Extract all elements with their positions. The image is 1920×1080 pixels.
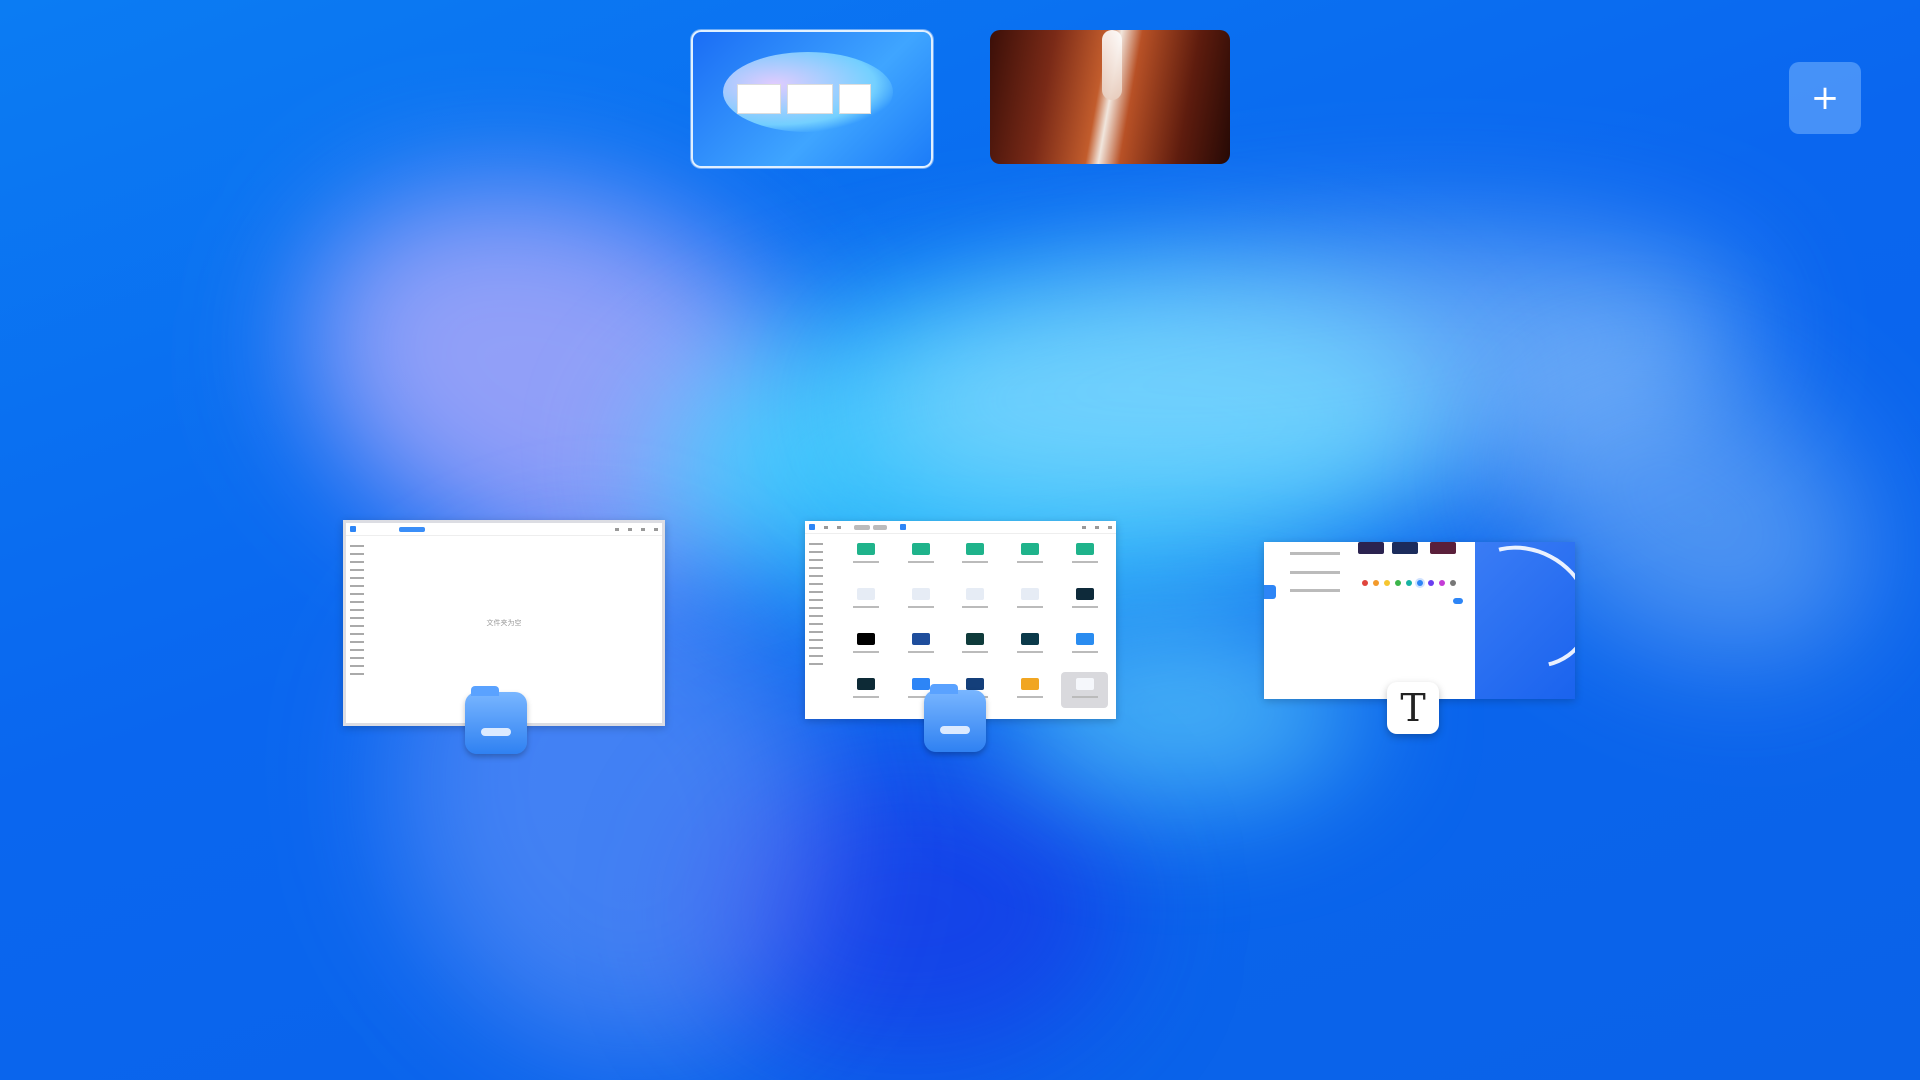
accent-color-picker[interactable]: [1362, 580, 1456, 586]
workspace-mini-window: [839, 84, 871, 114]
add-workspace-button[interactable]: +: [1789, 62, 1861, 134]
text-editor-icon: T: [1387, 682, 1439, 734]
window-preview-settings[interactable]: [1264, 542, 1575, 699]
workspace-thumbnail-1[interactable]: [691, 30, 933, 168]
sidebar-selection-indicator: [1264, 585, 1276, 599]
settings-toggle[interactable]: [1453, 598, 1463, 604]
sidebar: [350, 539, 370, 681]
file-grid: [843, 537, 1108, 708]
folder-icon: [924, 684, 986, 752]
window-titlebar: [805, 521, 1116, 534]
theme-swatch[interactable]: [1392, 542, 1418, 554]
settings-panel: [1264, 542, 1475, 699]
window-titlebar: [346, 523, 662, 536]
workspace-thumbnail-2[interactable]: [990, 30, 1230, 164]
wallpaper-preview: [1475, 542, 1575, 699]
sidebar: [809, 537, 829, 671]
workspace-mini-window: [737, 84, 781, 114]
theme-swatch[interactable]: [1358, 542, 1384, 554]
theme-swatch[interactable]: [1430, 542, 1456, 554]
empty-folder-text: 文件夹为空: [486, 619, 522, 627]
workspace-mini-window: [787, 84, 833, 114]
folder-icon: [465, 686, 527, 754]
plus-icon: +: [1810, 78, 1840, 118]
